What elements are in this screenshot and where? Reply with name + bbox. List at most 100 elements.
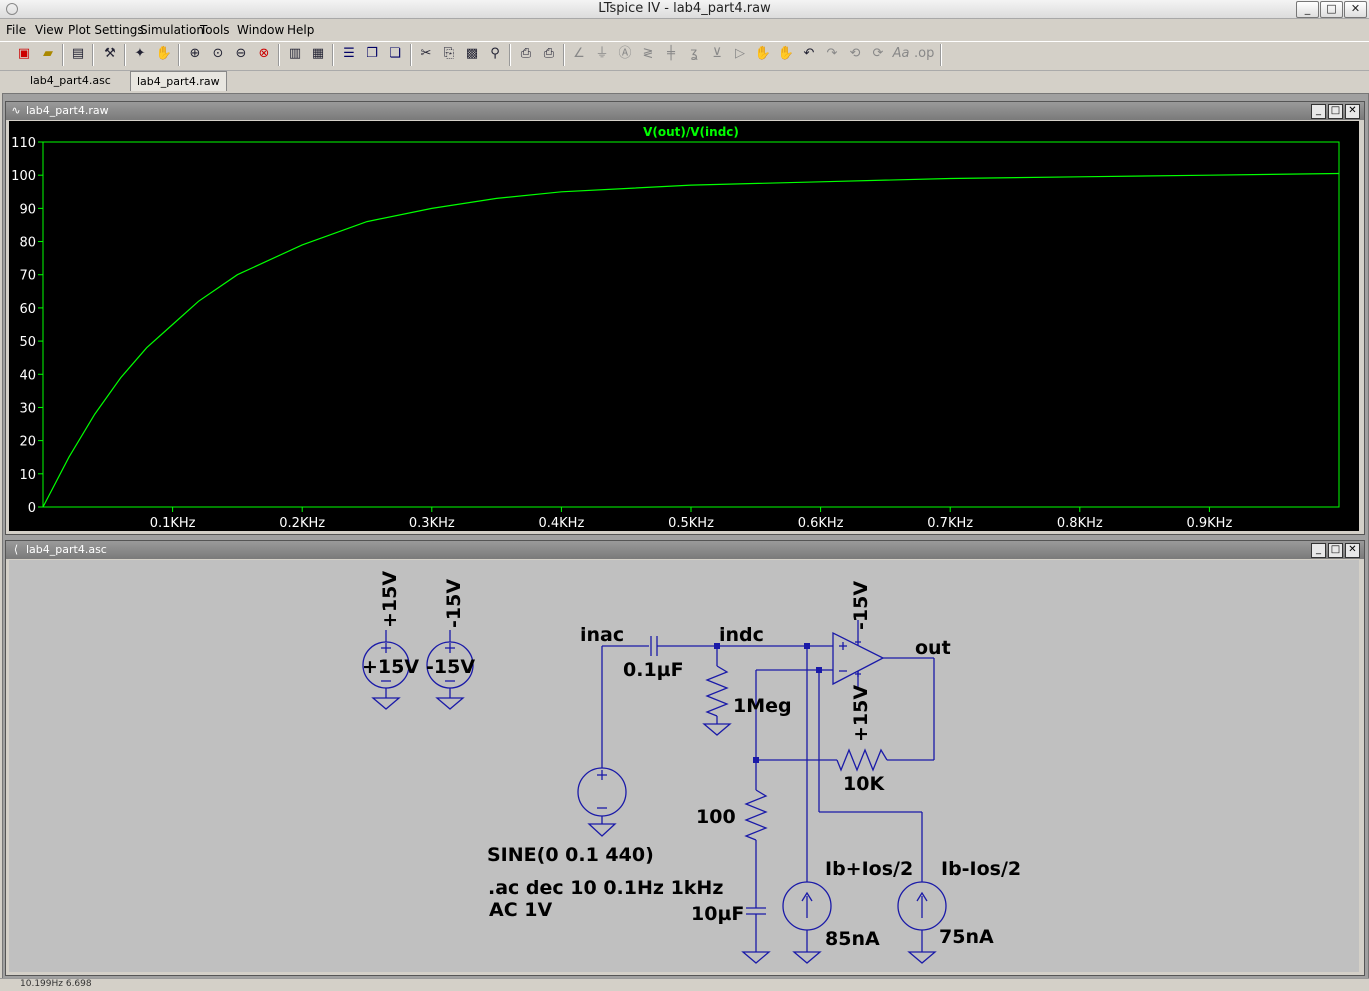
run-icon[interactable]: ✦ <box>130 44 150 64</box>
label-i2-name: Ib-Ios/2 <box>941 858 1021 880</box>
label-i1-value: 85nA <box>825 928 880 950</box>
drag-icon[interactable]: ✋ <box>776 44 796 64</box>
copy-icon[interactable]: ⎘ <box>439 44 459 64</box>
halt-icon[interactable]: ✋ <box>154 44 174 64</box>
label-cap2: 10µF <box>691 903 744 925</box>
menu-plot-settings[interactable]: Plot Settings <box>68 23 144 37</box>
save-icon[interactable]: ▤ <box>68 44 88 64</box>
menu-tools[interactable]: Tools <box>200 23 230 37</box>
schematic-close-button[interactable]: ✕ <box>1345 543 1360 558</box>
resistor-100[interactable] <box>744 789 768 841</box>
menu-help[interactable]: Help <box>287 23 314 37</box>
window-titlebar: LTspice IV - lab4_part4.raw _ □ ✕ <box>0 0 1369 19</box>
y-tick-label: 90 <box>19 202 36 217</box>
print-icon[interactable]: ⎙ <box>539 44 559 64</box>
tile-vertical-icon[interactable]: ❏ <box>385 44 405 64</box>
x-tick-label: 0.9KHz <box>1186 516 1232 531</box>
label-cap1: 0.1µF <box>623 659 684 681</box>
label-net-icon[interactable]: Ⓐ <box>615 44 635 64</box>
find-icon[interactable]: ⚲ <box>485 44 505 64</box>
tab-waveform[interactable]: lab4_part4.raw <box>130 71 227 91</box>
schematic-window-title: lab4_part4.asc <box>26 543 107 556</box>
waveform-close-button[interactable]: ✕ <box>1345 104 1360 119</box>
tile-horizontal-icon[interactable]: ☰ <box>339 44 359 64</box>
maximize-button[interactable]: □ <box>1320 1 1343 18</box>
y-tick-label: 80 <box>19 236 36 251</box>
waveform-minimize-button[interactable]: _ <box>1311 104 1326 119</box>
waveform-maximize-button[interactable]: □ <box>1328 104 1343 119</box>
toolbar-separator <box>278 44 280 66</box>
trace-title[interactable]: V(out)/V(indc) <box>643 125 739 139</box>
menu-view[interactable]: View <box>35 23 63 37</box>
sine-source[interactable] <box>577 646 627 837</box>
redo-icon[interactable]: ↷ <box>822 44 842 64</box>
label-rf: 10K <box>843 773 885 795</box>
cascade-icon[interactable]: ❐ <box>362 44 382 64</box>
current-source-75na[interactable] <box>897 881 947 964</box>
label-r1: 1Meg <box>733 695 792 717</box>
schematic-canvas[interactable]: +15V -15V +15V -15V inac 0.1µF indc 1Meg… <box>9 560 1359 972</box>
resistor-10k[interactable] <box>836 748 888 772</box>
wire-icon[interactable]: ∠ <box>569 44 589 64</box>
paste-icon[interactable]: ▩ <box>462 44 482 64</box>
zoom-in-icon[interactable]: ⊕ <box>185 44 205 64</box>
control-panel-icon[interactable]: ⚒ <box>100 44 120 64</box>
toolbar-separator <box>62 44 64 66</box>
capacitor-icon[interactable]: ╪ <box>661 44 681 64</box>
diode-icon[interactable]: ⊻ <box>707 44 727 64</box>
label-v1-value: +15V <box>362 656 419 678</box>
menu-file[interactable]: File <box>6 23 26 37</box>
minimize-button[interactable]: _ <box>1296 1 1319 18</box>
toolbar-separator <box>124 44 126 66</box>
y-tick-label: 50 <box>19 335 36 350</box>
menu-window[interactable]: Window <box>237 23 284 37</box>
resistor-icon[interactable]: ≷ <box>638 44 658 64</box>
toolbar-separator <box>332 44 334 66</box>
resistor-1meg[interactable] <box>702 646 732 736</box>
x-tick-label: 0.5KHz <box>668 516 714 531</box>
tab-schematic[interactable]: lab4_part4.asc <box>24 71 117 90</box>
x-tick-label: 0.2KHz <box>279 516 325 531</box>
inductor-icon[interactable]: ʓ <box>684 44 704 64</box>
label-opamp-neg: -15V <box>850 581 872 630</box>
waveform-plot[interactable]: 0 10 20 30 40 50 60 70 80 90 100 110 0.1KHz 0.2KHz 0.3… <box>9 121 1359 531</box>
current-source-85na[interactable] <box>782 881 832 964</box>
y-tick-label: 30 <box>19 401 36 416</box>
label-ac-directive[interactable]: .ac dec 10 0.1Hz 1kHz <box>488 877 723 899</box>
open-icon[interactable]: ▰ <box>38 44 58 64</box>
schematic-maximize-button[interactable]: □ <box>1328 543 1343 558</box>
rotate-icon[interactable]: ⟲ <box>845 44 865 64</box>
mirror-icon[interactable]: ⟳ <box>868 44 888 64</box>
label-v2-value: -15V <box>426 656 475 678</box>
text-icon[interactable]: Aa <box>891 44 911 64</box>
schematic-titlebar: ⟨ lab4_part4.asc _ □ ✕ <box>6 541 1364 559</box>
menu-simulation[interactable]: Simulation <box>140 23 204 37</box>
x-tick-label: 0.4KHz <box>538 516 584 531</box>
undo-icon[interactable]: ↶ <box>799 44 819 64</box>
ground-icon[interactable]: ⏚ <box>592 44 612 64</box>
toolbar-separator <box>509 44 511 66</box>
component-icon[interactable]: ▷ <box>730 44 750 64</box>
spice-directive-icon[interactable]: .op <box>914 44 934 64</box>
label-out: out <box>915 637 951 659</box>
schematic-window: ⟨ lab4_part4.asc _ □ ✕ +15V -15V +15V -1… <box>5 540 1365 976</box>
capacitor-c2[interactable] <box>746 907 766 915</box>
schematic-minimize-button[interactable]: _ <box>1311 543 1326 558</box>
zoom-extents-icon[interactable]: ▦ <box>308 44 328 64</box>
x-tick-label: 0.7KHz <box>927 516 973 531</box>
cut-icon[interactable]: ✂ <box>416 44 436 64</box>
autorange-icon[interactable]: ▥ <box>285 44 305 64</box>
capacitor-c1[interactable] <box>650 636 658 656</box>
print-setup-icon[interactable]: ⎙ <box>516 44 536 64</box>
move-icon[interactable]: ✋ <box>753 44 773 64</box>
zoom-out-icon[interactable]: ⊖ <box>231 44 251 64</box>
toolbar-separator <box>940 44 942 66</box>
close-button[interactable]: ✕ <box>1344 1 1367 18</box>
zoom-cancel-icon[interactable]: ⊗ <box>254 44 274 64</box>
zoom-pan-icon[interactable]: ⊙ <box>208 44 228 64</box>
y-tick-label: 20 <box>19 435 36 450</box>
y-tick-label: 40 <box>19 368 36 383</box>
y-tick-label: 60 <box>19 302 36 317</box>
new-schematic-icon[interactable]: ▣ <box>14 44 34 64</box>
menu-bar: File View Plot Settings Simulation Tools… <box>0 20 1369 40</box>
